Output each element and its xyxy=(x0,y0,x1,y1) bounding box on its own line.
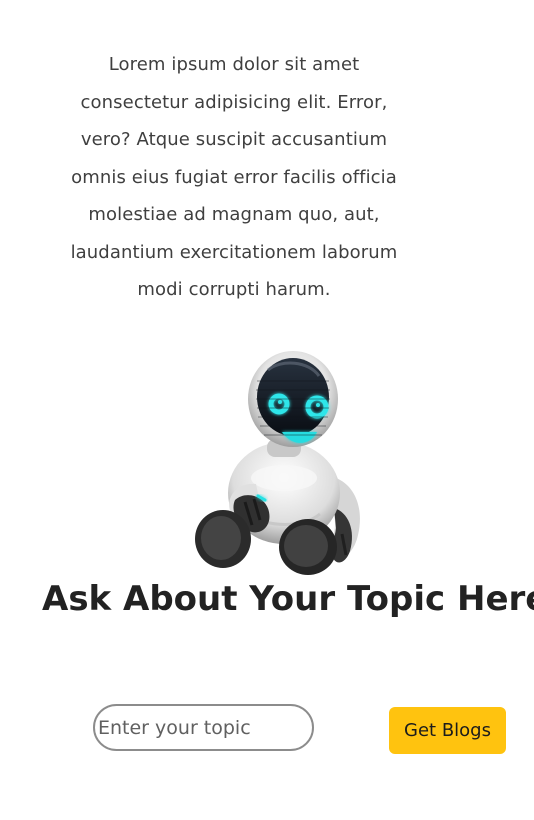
intro-paragraph: Lorem ipsum dolor sit amet consectetur a… xyxy=(70,54,398,300)
topic-input[interactable] xyxy=(93,704,314,751)
page-title: Ask About Your Topic Here xyxy=(42,579,534,619)
get-blogs-button[interactable]: Get Blogs xyxy=(389,707,506,754)
robot-illustration xyxy=(188,350,378,578)
robot-icon xyxy=(195,351,360,575)
